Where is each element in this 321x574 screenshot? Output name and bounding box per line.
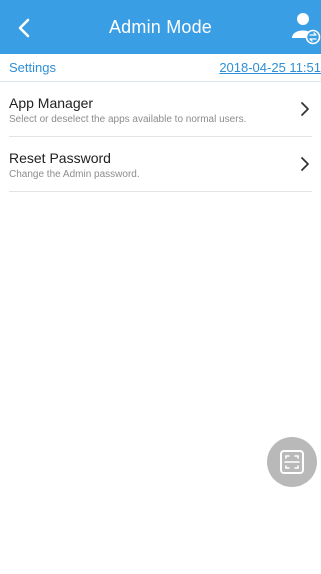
user-switch-icon (292, 13, 321, 45)
section-label: Settings (9, 60, 56, 75)
user-switch-button[interactable] (281, 8, 321, 48)
chevron-right-icon (301, 157, 309, 171)
scan-icon (280, 450, 304, 474)
back-button[interactable] (2, 8, 46, 48)
settings-list: App Manager Select or deselect the apps … (0, 82, 321, 192)
page-title: Admin Mode (108, 16, 213, 37)
item-title: Reset Password (9, 150, 111, 166)
chevron-right-icon (301, 102, 309, 116)
list-item-reset-password[interactable]: Reset Password Change the Admin password… (9, 137, 312, 192)
app-bar: Admin Mode (0, 0, 321, 54)
sub-header: Settings 2018-04-25 11:51 (0, 54, 321, 82)
item-title: App Manager (9, 95, 94, 111)
datetime-link[interactable]: 2018-04-25 11:51 (219, 60, 321, 75)
list-item-app-manager[interactable]: App Manager Select or deselect the apps … (9, 82, 312, 137)
scan-button[interactable] (267, 437, 317, 487)
back-chevron-icon (18, 18, 30, 38)
item-description: Select or deselect the apps available to… (9, 114, 247, 125)
item-description: Change the Admin password. (9, 169, 140, 180)
